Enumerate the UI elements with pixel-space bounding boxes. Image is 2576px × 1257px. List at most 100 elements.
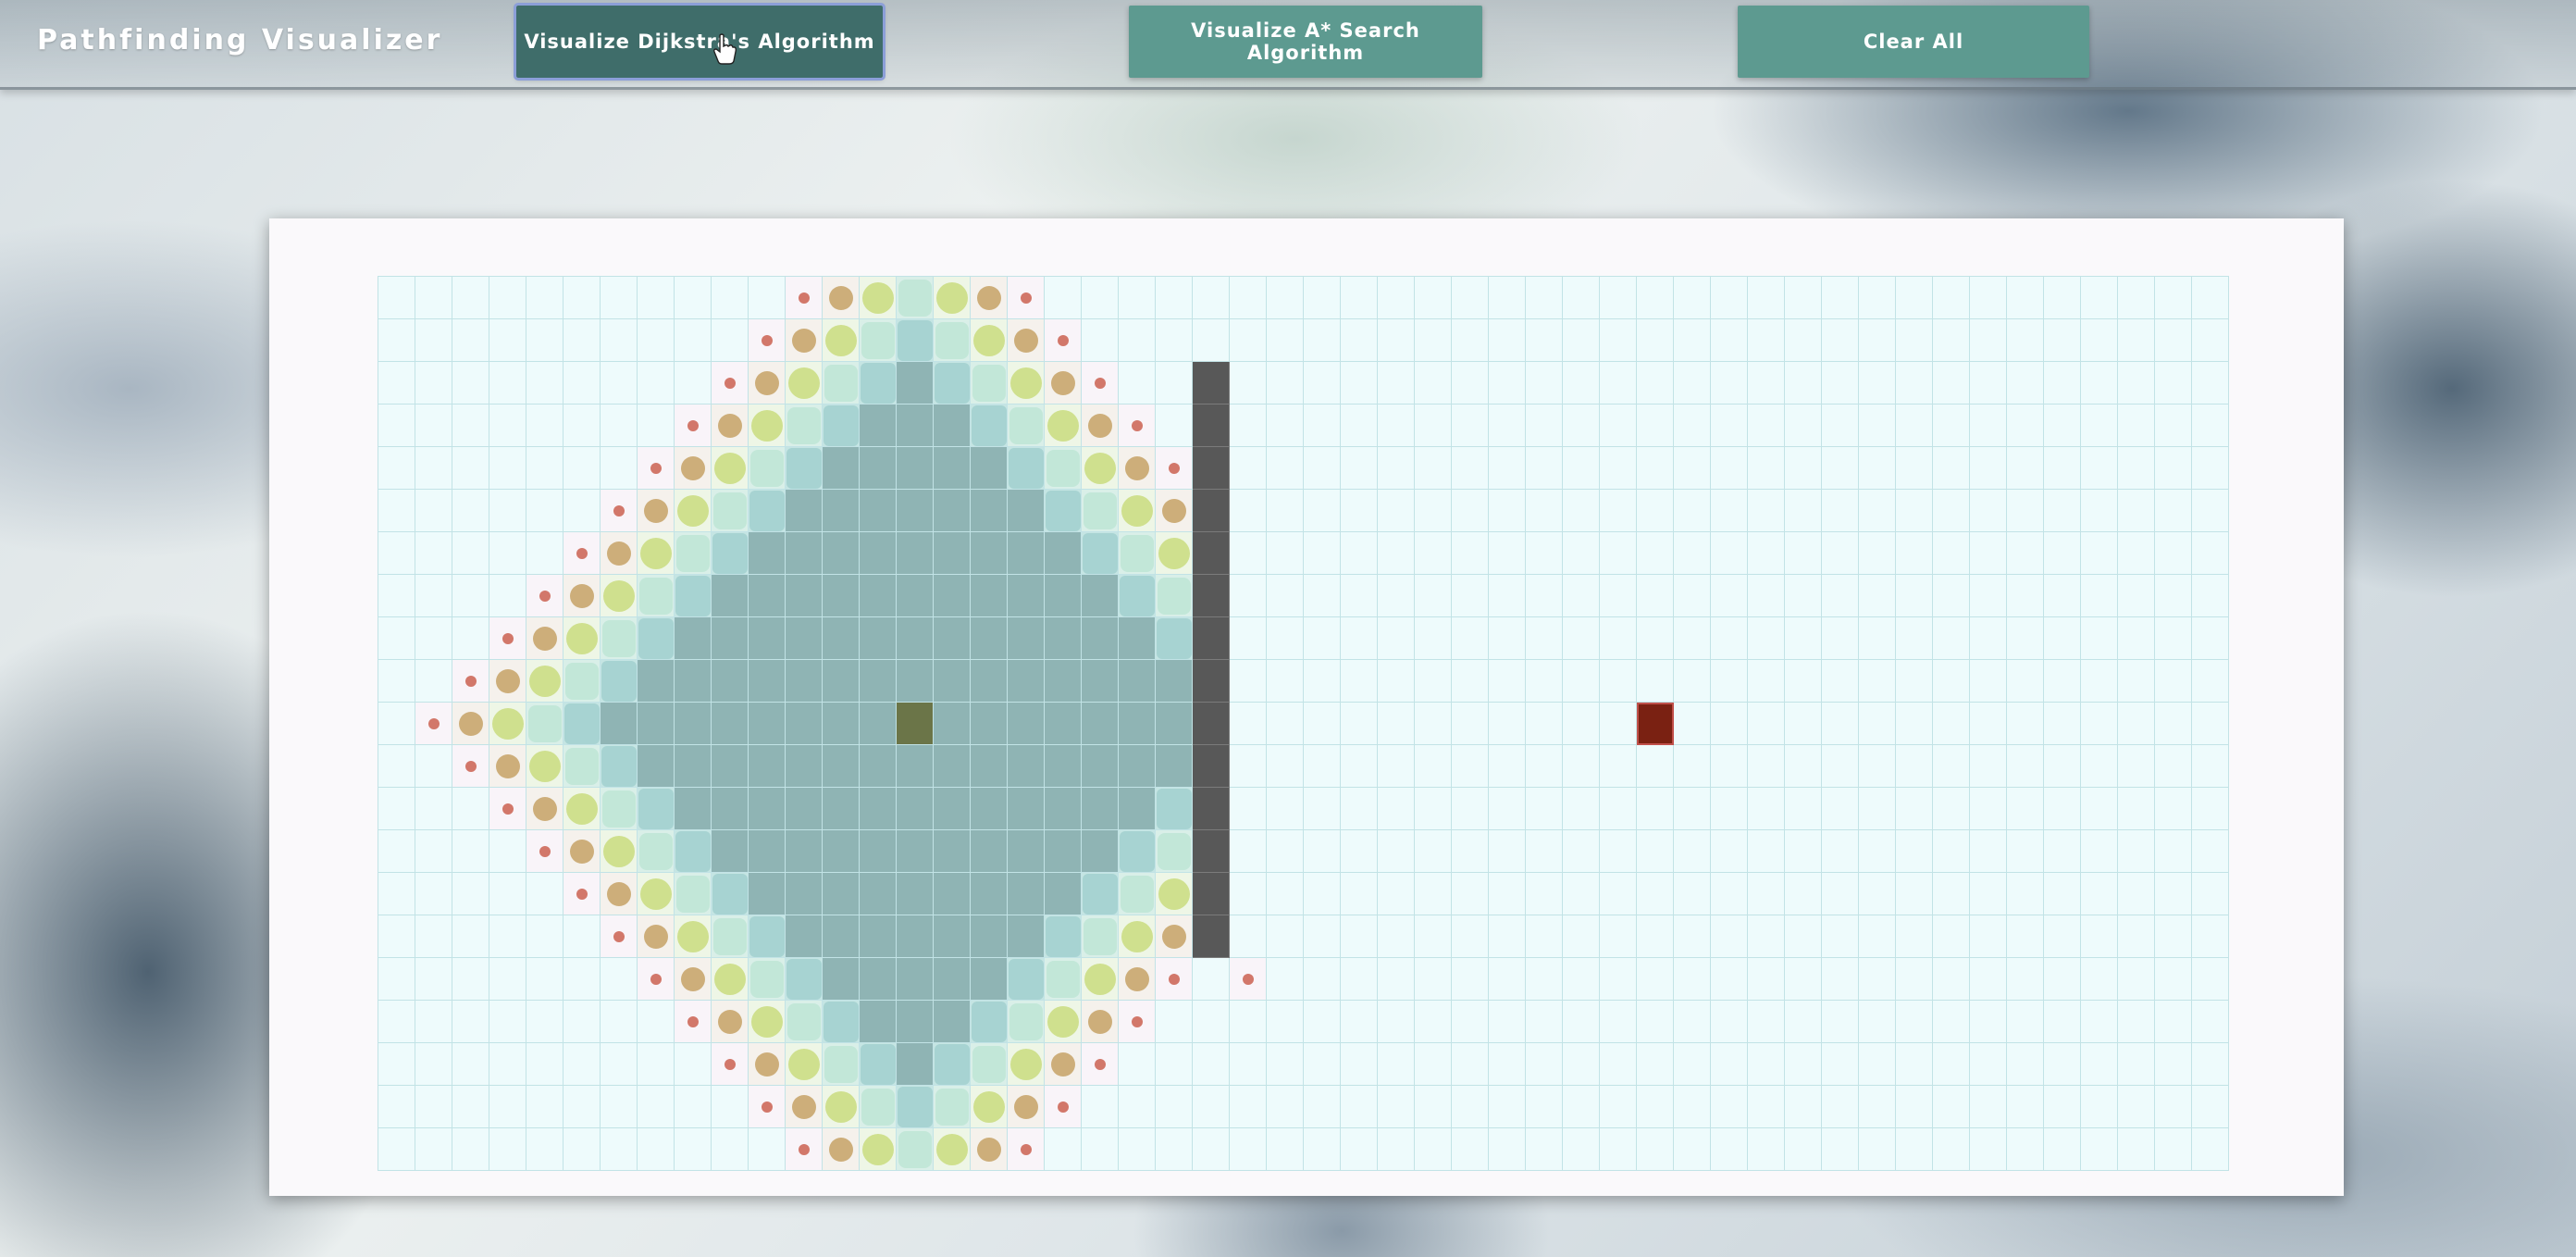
grid-cell[interactable] [1526, 745, 1563, 788]
grid-cell[interactable] [378, 830, 415, 873]
grid-cell[interactable] [1859, 490, 1896, 532]
grid-cell[interactable] [1267, 873, 1304, 915]
visited-cell[interactable] [1082, 1001, 1119, 1043]
visited-cell[interactable] [638, 873, 675, 915]
grid-cell[interactable] [1415, 1086, 1452, 1128]
grid-cell[interactable] [1452, 915, 1489, 958]
visited-cell[interactable] [638, 703, 675, 745]
grid-cell[interactable] [675, 362, 712, 404]
grid-cell[interactable] [1563, 788, 1600, 830]
grid-cell[interactable] [1304, 617, 1341, 660]
grid-cell[interactable] [1600, 1086, 1637, 1128]
grid-cell[interactable] [712, 319, 749, 362]
grid-cell[interactable] [1674, 873, 1711, 915]
visited-cell[interactable] [675, 660, 712, 703]
grid-cell[interactable] [1970, 660, 2007, 703]
grid-cell[interactable] [1489, 958, 1526, 1001]
grid-cell[interactable] [1230, 617, 1267, 660]
grid-cell[interactable] [452, 362, 489, 404]
grid-cell[interactable] [1859, 617, 1896, 660]
grid-cell[interactable] [1526, 703, 1563, 745]
grid-cell[interactable] [1156, 404, 1193, 447]
grid-cell[interactable] [1378, 617, 1415, 660]
visited-cell[interactable] [786, 617, 823, 660]
grid-cell[interactable] [1267, 532, 1304, 575]
grid-cell[interactable] [1304, 660, 1341, 703]
grid-cell[interactable] [1970, 703, 2007, 745]
grid-cell[interactable] [415, 873, 452, 915]
visited-cell[interactable] [934, 1043, 971, 1086]
visited-cell[interactable] [601, 490, 638, 532]
visited-cell[interactable] [1119, 532, 1156, 575]
visited-cell[interactable] [971, 1043, 1008, 1086]
grid-cell[interactable] [1526, 617, 1563, 660]
grid-cell[interactable] [564, 277, 601, 319]
grid-cell[interactable] [1600, 915, 1637, 958]
grid-cell[interactable] [1970, 319, 2007, 362]
grid-cell[interactable] [1933, 532, 1970, 575]
grid-cell[interactable] [1933, 362, 1970, 404]
grid-cell[interactable] [489, 404, 526, 447]
grid-cell[interactable] [1489, 1001, 1526, 1043]
grid-cell[interactable] [1785, 1043, 1822, 1086]
visited-cell[interactable] [971, 532, 1008, 575]
grid-cell[interactable] [1563, 319, 1600, 362]
visited-cell[interactable] [601, 830, 638, 873]
grid-cell[interactable] [2155, 1128, 2192, 1171]
grid-cell[interactable] [1674, 830, 1711, 873]
visited-cell[interactable] [1008, 660, 1045, 703]
grid-cell[interactable] [2081, 745, 2118, 788]
wall-cell[interactable] [1193, 830, 1230, 873]
visited-cell[interactable] [1045, 617, 1082, 660]
visited-cell[interactable] [1082, 958, 1119, 1001]
grid-cell[interactable] [1489, 788, 1526, 830]
grid-cell[interactable] [2081, 1001, 2118, 1043]
grid-cell[interactable] [1748, 1001, 1785, 1043]
visited-cell[interactable] [712, 703, 749, 745]
visited-cell[interactable] [1008, 788, 1045, 830]
grid-cell[interactable] [601, 1086, 638, 1128]
grid-cell[interactable] [1785, 362, 1822, 404]
visited-cell[interactable] [1045, 319, 1082, 362]
grid-cell[interactable] [1230, 1128, 1267, 1171]
grid-cell[interactable] [526, 1001, 564, 1043]
grid-cell[interactable] [1341, 319, 1378, 362]
grid-cell[interactable] [415, 277, 452, 319]
grid-cell[interactable] [1600, 703, 1637, 745]
grid-cell[interactable] [1933, 745, 1970, 788]
grid-cell[interactable] [2155, 447, 2192, 490]
grid-cell[interactable] [2044, 575, 2081, 617]
grid-cell[interactable] [1563, 1086, 1600, 1128]
visited-cell[interactable] [823, 532, 860, 575]
grid-cell[interactable] [415, 830, 452, 873]
grid-cell[interactable] [1600, 362, 1637, 404]
grid-cell[interactable] [1637, 660, 1674, 703]
visited-cell[interactable] [786, 703, 823, 745]
grid-cell[interactable] [1526, 404, 1563, 447]
visited-cell[interactable] [786, 745, 823, 788]
grid-cell[interactable] [2081, 873, 2118, 915]
grid-cell[interactable] [1193, 319, 1230, 362]
grid-cell[interactable] [1822, 788, 1859, 830]
visited-cell[interactable] [1119, 788, 1156, 830]
grid-cell[interactable] [1674, 958, 1711, 1001]
grid-cell[interactable] [1452, 703, 1489, 745]
grid-cell[interactable] [1563, 660, 1600, 703]
grid-cell[interactable] [1082, 1128, 1119, 1171]
grid-cell[interactable] [1415, 617, 1452, 660]
visited-cell[interactable] [860, 575, 897, 617]
grid-cell[interactable] [1489, 319, 1526, 362]
grid-cell[interactable] [2155, 490, 2192, 532]
visited-cell[interactable] [1082, 617, 1119, 660]
grid-cell[interactable] [2118, 958, 2155, 1001]
grid-cell[interactable] [378, 1043, 415, 1086]
grid-cell[interactable] [2192, 1043, 2229, 1086]
grid-cell[interactable] [1674, 447, 1711, 490]
visited-cell[interactable] [971, 1086, 1008, 1128]
grid-cell[interactable] [1193, 277, 1230, 319]
grid-cell[interactable] [1563, 830, 1600, 873]
visited-cell[interactable] [1045, 490, 1082, 532]
visited-cell[interactable] [638, 660, 675, 703]
visited-cell[interactable] [786, 319, 823, 362]
grid-cell[interactable] [2118, 404, 2155, 447]
